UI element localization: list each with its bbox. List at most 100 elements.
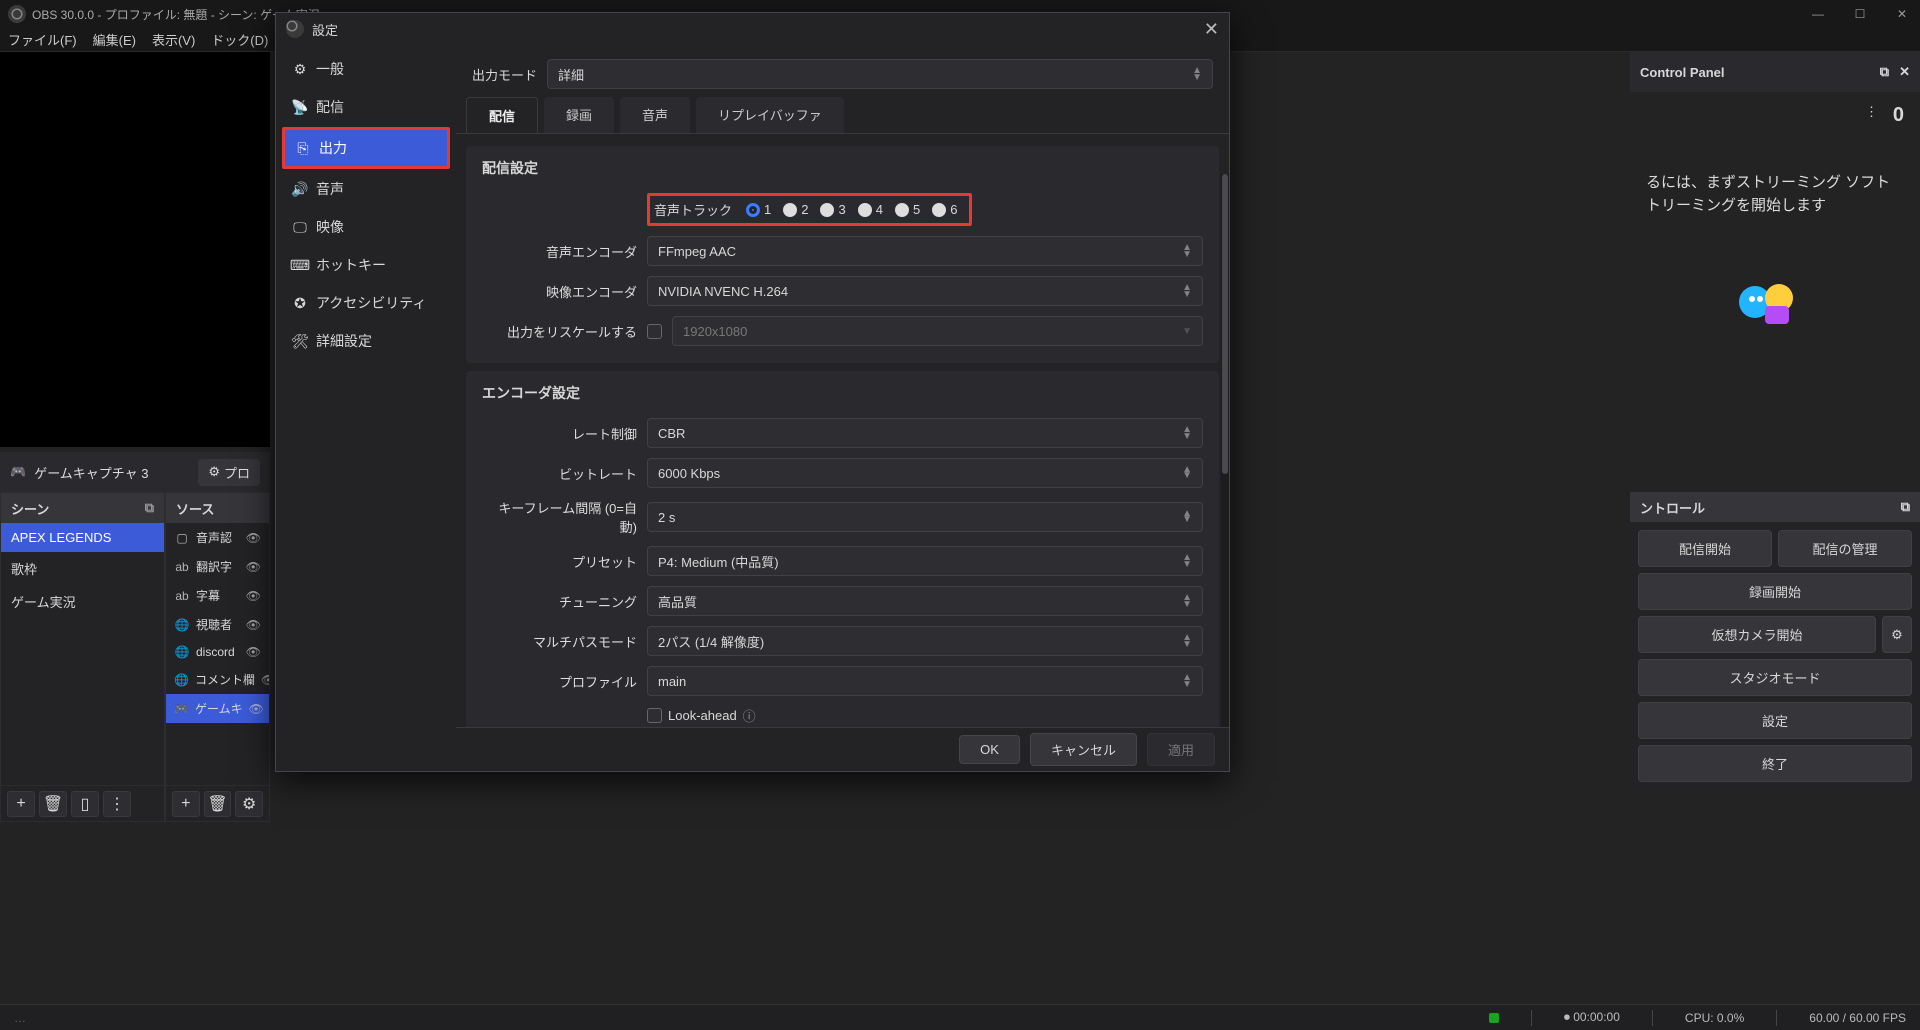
- rescale-value-select[interactable]: 1920x1080▼: [672, 316, 1203, 346]
- speaker-icon: 🔊: [292, 181, 308, 198]
- add-source-button[interactable]: +: [172, 791, 200, 817]
- ab-icon: ab: [174, 560, 190, 574]
- output-mode-select[interactable]: 詳細 ▲▼: [547, 59, 1213, 89]
- audio-track-radio-1[interactable]: 1: [746, 202, 771, 217]
- settings-button[interactable]: 設定: [1638, 702, 1912, 739]
- source-props-button[interactable]: ⚙: [235, 791, 263, 817]
- rate-control-select[interactable]: CBR▲▼: [647, 418, 1203, 448]
- dock-icon[interactable]: ⧉: [145, 500, 154, 516]
- mic-icon[interactable]: …: [14, 1011, 26, 1025]
- menu-view[interactable]: 表示(V): [152, 30, 195, 49]
- kebab-icon[interactable]: ⋮: [1865, 104, 1878, 120]
- audio-encoder-select[interactable]: FFmpeg AAC▲▼: [647, 236, 1203, 266]
- close-icon[interactable]: ✕: [1899, 64, 1910, 80]
- dock-icon[interactable]: ⧉: [1880, 64, 1889, 80]
- visibility-icon[interactable]: 👁: [246, 531, 261, 545]
- scene-item[interactable]: APEX LEGENDS: [1, 523, 164, 552]
- control-panel-header: Control Panel ⧉✕: [1630, 52, 1920, 92]
- source-item[interactable]: ▢音声認👁: [166, 523, 269, 552]
- scenes-panel: シーン⧉ APEX LEGENDS 歌枠 ゲーム実況 + 🗑 ▯ ⋮: [0, 492, 165, 822]
- output-icon: ⎘: [295, 140, 311, 157]
- gear-icon: ⚙: [292, 61, 308, 78]
- tuning-select[interactable]: 高品質▲▼: [647, 586, 1203, 616]
- preview-area[interactable]: [0, 52, 270, 447]
- start-stream-button[interactable]: 配信開始: [1638, 530, 1772, 567]
- vcam-button[interactable]: 仮想カメラ開始: [1638, 616, 1876, 653]
- tab-stream[interactable]: 配信: [466, 97, 538, 133]
- visibility-icon[interactable]: 👁: [249, 702, 264, 716]
- close-icon[interactable]: ✕: [1204, 19, 1219, 40]
- audio-track-radio-5[interactable]: 5: [895, 202, 920, 217]
- manage-stream-button[interactable]: 配信の管理: [1778, 530, 1912, 567]
- exit-button[interactable]: 終了: [1638, 745, 1912, 782]
- dock-icon[interactable]: ⧉: [1901, 499, 1910, 515]
- menu-edit[interactable]: 編集(E): [93, 30, 136, 49]
- maximize-icon[interactable]: ☐: [1850, 7, 1870, 21]
- scene-filter-button[interactable]: ▯: [71, 791, 99, 817]
- scene-item[interactable]: ゲーム実況: [1, 585, 164, 618]
- sidebar-item-gear[interactable]: ⚙一般: [282, 51, 450, 87]
- sidebar-item-antenna[interactable]: 📡配信: [282, 89, 450, 125]
- delete-source-button[interactable]: 🗑: [204, 791, 232, 817]
- controls-panel: ントロール⧉ 配信開始 配信の管理 録画開始 仮想カメラ開始 ⚙ スタジオモード…: [1630, 492, 1920, 790]
- minimize-icon[interactable]: —: [1808, 7, 1828, 21]
- delete-scene-button[interactable]: 🗑: [39, 791, 67, 817]
- sidebar-item-output[interactable]: ⎘出力: [282, 127, 450, 169]
- visibility-icon[interactable]: 👁: [246, 560, 261, 574]
- menu-file[interactable]: ファイル(F): [8, 30, 77, 49]
- sidebar-item-a11y[interactable]: ✪アクセシビリティ: [282, 285, 450, 321]
- audio-track-radio-6[interactable]: 6: [932, 202, 957, 217]
- tab-replay[interactable]: リプレイバッファ: [696, 97, 844, 133]
- source-item[interactable]: ab翻訳字👁: [166, 552, 269, 581]
- preset-select[interactable]: P4: Medium (中品質)▲▼: [647, 546, 1203, 576]
- studio-mode-button[interactable]: スタジオモード: [1638, 659, 1912, 696]
- cancel-button[interactable]: キャンセル: [1030, 733, 1137, 766]
- profile-select[interactable]: main▲▼: [647, 666, 1203, 696]
- tab-record[interactable]: 録画: [544, 97, 614, 133]
- tab-audio[interactable]: 音声: [620, 97, 690, 133]
- menu-dock[interactable]: ドック(D): [211, 30, 268, 49]
- apply-button[interactable]: 適用: [1147, 733, 1215, 766]
- visibility-icon[interactable]: 👁: [246, 589, 261, 603]
- multipass-select[interactable]: 2パス (1/4 解像度)▲▼: [647, 626, 1203, 656]
- rescale-checkbox[interactable]: [647, 324, 662, 339]
- scene-menu-button[interactable]: ⋮: [103, 791, 131, 817]
- bitrate-input[interactable]: 6000 Kbps▲▼: [647, 458, 1203, 488]
- keyint-input[interactable]: 2 s▲▼: [647, 502, 1203, 532]
- profile-button[interactable]: ⚙ プロ: [198, 459, 260, 486]
- globe-icon: 🌐: [174, 673, 189, 687]
- source-item[interactable]: 🌐視聴者👁: [166, 610, 269, 639]
- sidebar-item-wrench[interactable]: 🛠詳細設定: [282, 323, 450, 359]
- source-item[interactable]: 🌐discord👁: [166, 639, 269, 665]
- visibility-icon[interactable]: 👁: [261, 673, 269, 687]
- lookahead-checkbox[interactable]: [647, 708, 662, 723]
- video-encoder-select[interactable]: NVIDIA NVENC H.264▲▼: [647, 276, 1203, 306]
- start-record-button[interactable]: 録画開始: [1638, 573, 1912, 610]
- source-item[interactable]: 🌐コメント欄👁: [166, 665, 269, 694]
- fps-label: 60.00 / 60.00 FPS: [1809, 1011, 1906, 1025]
- source-item[interactable]: ab字幕👁: [166, 581, 269, 610]
- ok-button[interactable]: OK: [959, 735, 1020, 764]
- audio-track-radio-4[interactable]: 4: [858, 202, 883, 217]
- visibility-icon[interactable]: 👁: [246, 618, 261, 632]
- sidebar-item-monitor[interactable]: 🖵映像: [282, 209, 450, 245]
- add-scene-button[interactable]: +: [7, 791, 35, 817]
- visibility-icon[interactable]: 👁: [246, 645, 261, 659]
- antenna-icon: 📡: [292, 99, 308, 116]
- audio-track-radio-3[interactable]: 3: [820, 202, 845, 217]
- help-icon[interactable]: ⓘ: [743, 706, 756, 725]
- sidebar-item-speaker[interactable]: 🔊音声: [282, 171, 450, 207]
- settings-sidebar: ⚙一般📡配信⎘出力🔊音声🖵映像⌨ホットキー✪アクセシビリティ🛠詳細設定: [276, 45, 456, 771]
- source-item[interactable]: 🎮ゲームキ👁: [166, 694, 269, 723]
- sidebar-item-keyboard[interactable]: ⌨ホットキー: [282, 247, 450, 283]
- scrollbar[interactable]: [1221, 174, 1229, 727]
- audio-track-label: 音声トラック: [654, 200, 732, 219]
- wrench-icon: 🛠: [292, 333, 308, 350]
- audio-track-radio-2[interactable]: 2: [783, 202, 808, 217]
- close-icon[interactable]: ✕: [1892, 7, 1912, 21]
- scroll-thumb[interactable]: [1222, 174, 1228, 474]
- chevron-down-icon: ▼: [1182, 328, 1192, 335]
- gamepad-icon: 🎮: [174, 702, 189, 716]
- vcam-gear-button[interactable]: ⚙: [1882, 616, 1912, 653]
- scene-item[interactable]: 歌枠: [1, 552, 164, 585]
